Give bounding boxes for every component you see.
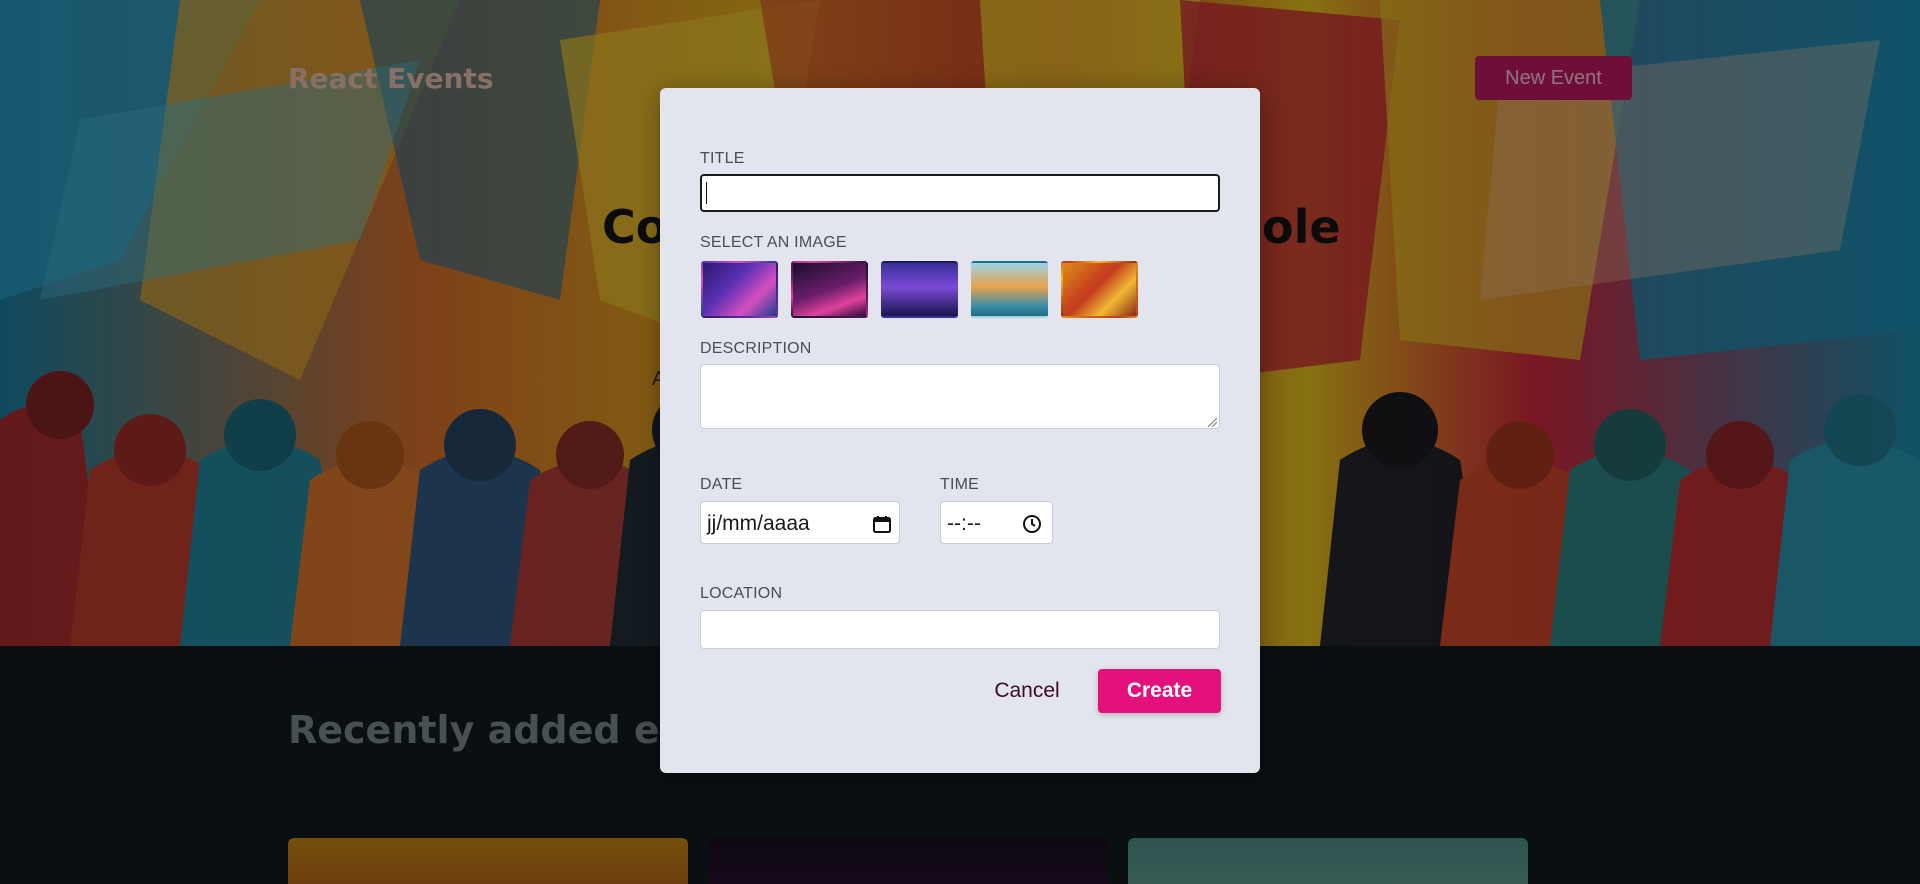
text-caret <box>706 182 707 204</box>
location-label: LOCATION <box>700 585 783 602</box>
lake-city-image[interactable] <box>971 261 1048 318</box>
location-input[interactable] <box>700 610 1220 649</box>
description-label: DESCRIPTION <box>700 340 812 357</box>
clock-icon[interactable] <box>1022 514 1042 534</box>
calendar-icon[interactable] <box>872 514 892 534</box>
resize-grip-icon[interactable] <box>1208 418 1217 427</box>
city-neon-image[interactable] <box>701 261 778 318</box>
title-input[interactable] <box>700 174 1220 212</box>
create-button[interactable]: Create <box>1098 669 1221 713</box>
studio-desk-image[interactable] <box>791 261 868 318</box>
concert-crowd-image[interactable] <box>881 261 958 318</box>
women-laptop-image[interactable] <box>1061 261 1138 318</box>
new-event-modal: TITLE SELECT AN IMAGE DESCRIPTION DATE j… <box>660 88 1260 773</box>
time-placeholder: --:-- <box>947 512 981 535</box>
description-textarea[interactable] <box>700 364 1220 429</box>
date-label: DATE <box>700 476 743 493</box>
time-input[interactable]: --:-- <box>940 501 1053 544</box>
select-image-label: SELECT AN IMAGE <box>700 234 847 251</box>
title-label: TITLE <box>700 150 745 167</box>
cancel-button[interactable]: Cancel <box>987 669 1067 713</box>
time-label: TIME <box>940 476 980 493</box>
date-placeholder: jj/mm/aaaa <box>707 512 810 535</box>
date-input[interactable]: jj/mm/aaaa <box>700 501 900 544</box>
